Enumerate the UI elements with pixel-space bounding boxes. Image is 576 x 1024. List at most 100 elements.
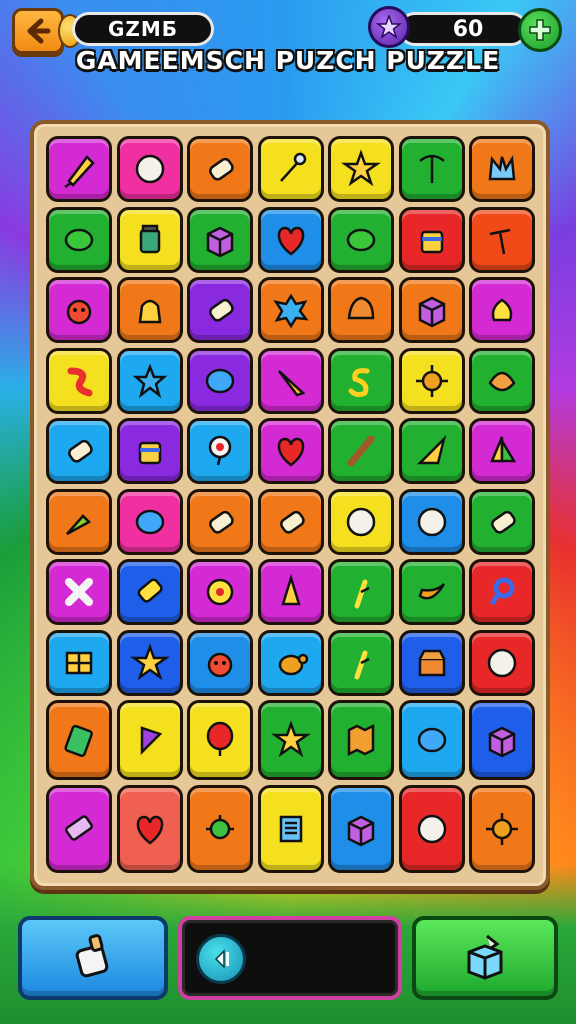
- splat-icon: [272, 293, 309, 329]
- puzzle-tile[interactable]: [257, 136, 324, 202]
- puzzle-tile[interactable]: [398, 488, 465, 555]
- puzzle-tile[interactable]: [257, 700, 324, 780]
- puzzle-tile[interactable]: [328, 559, 394, 625]
- puzzle-tile[interactable]: [187, 277, 253, 343]
- puzzle-tile[interactable]: [187, 629, 253, 696]
- puzzle-tile[interactable]: [328, 418, 394, 484]
- puzzle-tile[interactable]: [187, 418, 253, 484]
- bottle-powerup-icon: [75, 934, 109, 978]
- puzzle-tile[interactable]: [469, 277, 535, 343]
- puzzle-tile[interactable]: [328, 629, 394, 696]
- powerup-box-button[interactable]: [412, 916, 558, 1000]
- critter-icon: [207, 652, 233, 677]
- puzzle-tile[interactable]: [187, 559, 253, 625]
- puzzle-tile[interactable]: [116, 559, 183, 625]
- puzzle-tile[interactable]: [328, 136, 394, 202]
- carrot-icon: [66, 513, 92, 535]
- puzzle-tile[interactable]: [46, 206, 112, 273]
- puzzle-tile[interactable]: [46, 418, 112, 484]
- puzzle-tile[interactable]: [116, 700, 183, 780]
- puzzle-tile[interactable]: [257, 277, 324, 343]
- puzzle-tile[interactable]: [257, 784, 324, 873]
- puzzle-tile[interactable]: [398, 418, 465, 484]
- puzzle-tile[interactable]: [187, 488, 253, 555]
- puzzle-tile[interactable]: [398, 700, 465, 780]
- puzzle-tile[interactable]: [469, 784, 535, 873]
- ball-icon: [417, 814, 446, 843]
- puzzle-tile[interactable]: [469, 559, 535, 625]
- puzzle-tile[interactable]: [469, 488, 535, 555]
- puzzle-tile[interactable]: [328, 700, 394, 780]
- puzzle-tile[interactable]: [46, 347, 112, 414]
- puzzle-tile[interactable]: [328, 277, 394, 343]
- puzzle-tile[interactable]: [469, 136, 535, 202]
- puzzle-tile[interactable]: [116, 629, 183, 696]
- puzzle-tile[interactable]: [469, 206, 535, 273]
- puzzle-tile[interactable]: [46, 488, 112, 555]
- puzzle-tile[interactable]: [469, 629, 535, 696]
- puzzle-tile[interactable]: [46, 700, 112, 780]
- box-icon: [488, 726, 516, 758]
- puzzle-tile[interactable]: [116, 347, 183, 414]
- puzzle-tile[interactable]: [328, 347, 394, 414]
- puzzle-tile[interactable]: [187, 700, 253, 780]
- puzzle-tile[interactable]: [46, 277, 112, 343]
- chest-icon: [418, 649, 445, 676]
- puzzle-tile[interactable]: [469, 347, 535, 414]
- cone-icon: [416, 434, 446, 465]
- shell-icon: [347, 296, 375, 320]
- puzzle-tile[interactable]: [187, 206, 253, 273]
- puzzle-tile[interactable]: [46, 784, 112, 873]
- plus-gear-icon: [529, 19, 551, 41]
- game-title: GAMEEMSCH PUZCH PUZZLE: [75, 46, 501, 75]
- turtle-icon: [278, 653, 308, 675]
- puzzle-tile[interactable]: [398, 629, 465, 696]
- bottle-icon: [209, 298, 234, 322]
- puzzle-tile[interactable]: [46, 629, 112, 696]
- puzzle-tile[interactable]: [469, 418, 535, 484]
- puzzle-tile[interactable]: [116, 277, 183, 343]
- puzzle-tile[interactable]: [328, 488, 394, 555]
- jar-icon: [139, 224, 160, 253]
- puzzle-tile[interactable]: [257, 559, 324, 625]
- star-icon: [129, 642, 170, 680]
- puzzle-tile[interactable]: [116, 206, 183, 273]
- puzzle-tile[interactable]: [398, 347, 465, 414]
- puzzle-tile[interactable]: [398, 784, 465, 873]
- puzzle-tile[interactable]: [328, 784, 394, 873]
- leaf-icon: [346, 228, 376, 251]
- puzzle-tile[interactable]: [257, 347, 324, 414]
- puzzle-tile[interactable]: [257, 488, 324, 555]
- puzzle-tile[interactable]: [257, 206, 324, 273]
- sound-button[interactable]: [196, 934, 246, 984]
- phone-icon: [64, 724, 93, 757]
- puzzle-tile[interactable]: [469, 700, 535, 780]
- powerup-bottle-button[interactable]: [18, 916, 168, 1000]
- puzzle-tile[interactable]: [187, 784, 253, 873]
- arrow-left-icon: [27, 18, 51, 44]
- puzzle-tile[interactable]: [257, 418, 324, 484]
- puzzle-tile[interactable]: [116, 784, 183, 873]
- puzzle-tile[interactable]: [46, 136, 112, 202]
- puzzle-tile[interactable]: [116, 418, 183, 484]
- puzzle-tile[interactable]: [187, 136, 253, 202]
- puzzle-tile[interactable]: [398, 277, 465, 343]
- ball-icon: [417, 507, 446, 536]
- stick-icon: [347, 435, 375, 467]
- note-icon: [279, 815, 302, 842]
- puzzle-tile[interactable]: [187, 347, 253, 414]
- box-icon: [206, 226, 234, 257]
- puzzle-tile[interactable]: [328, 206, 394, 273]
- puzzle-tile[interactable]: [116, 488, 183, 555]
- puzzle-tile[interactable]: [398, 559, 465, 625]
- sprout-icon: [354, 579, 370, 609]
- leaf-icon: [64, 228, 94, 251]
- box-icon: [418, 296, 445, 328]
- puzzle-tile[interactable]: [398, 136, 465, 202]
- puzzle-tile[interactable]: [257, 629, 324, 696]
- puzzle-tile[interactable]: [398, 206, 465, 273]
- window-icon: [65, 651, 93, 674]
- status-panel: [178, 916, 402, 1000]
- puzzle-tile[interactable]: [46, 559, 112, 625]
- puzzle-tile[interactable]: [116, 136, 183, 202]
